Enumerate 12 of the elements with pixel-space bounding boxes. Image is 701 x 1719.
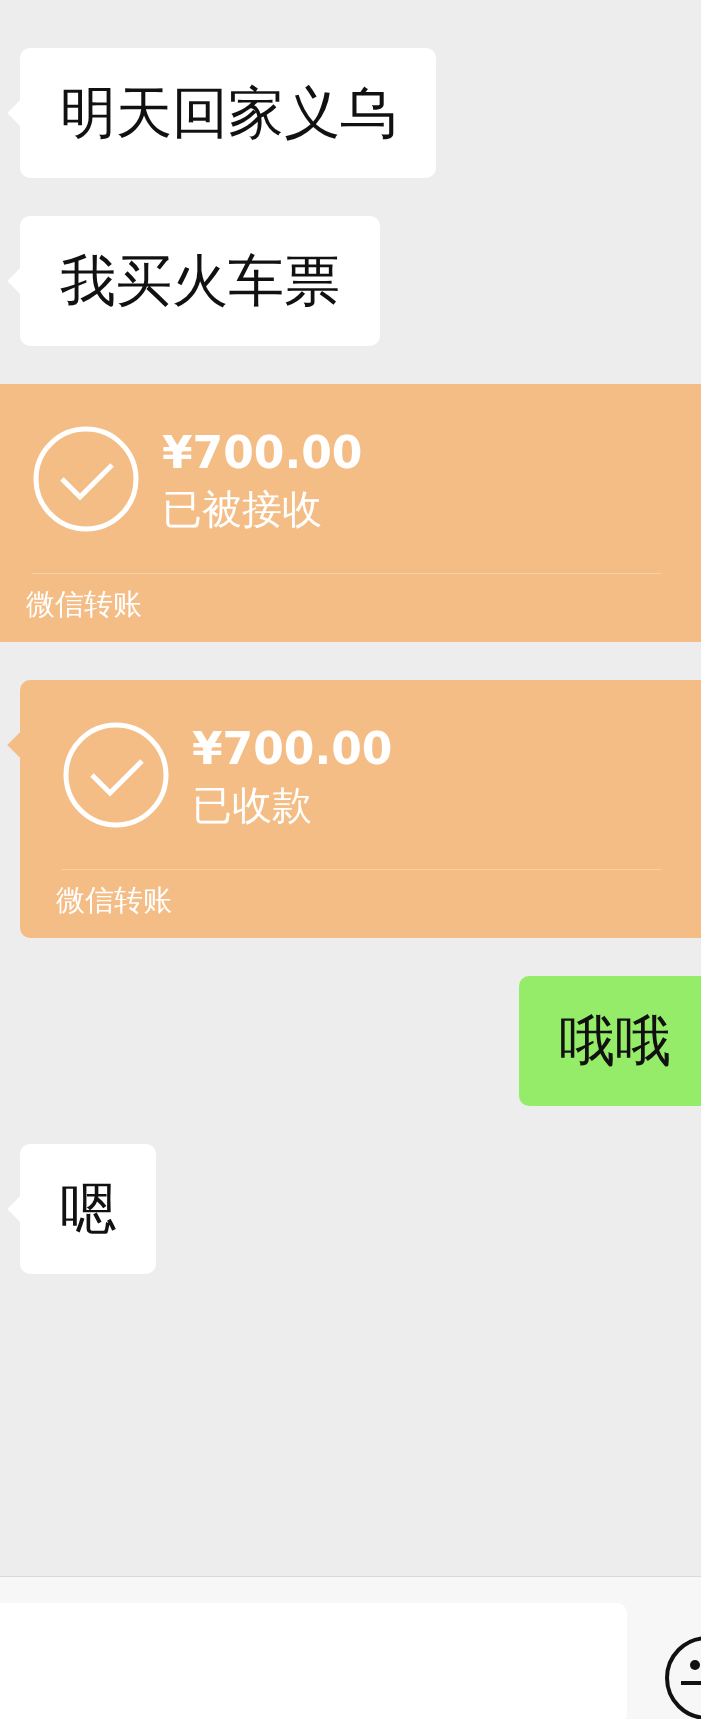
transfer-amount: ¥700.00 — [192, 721, 393, 776]
message-bubble: 哦哦 — [519, 976, 701, 1106]
transfer-status: 已收款 — [192, 780, 313, 830]
check-circle-icon — [62, 720, 170, 829]
check-circle-icon — [32, 424, 140, 533]
transfer-amount: ¥700.00 — [162, 425, 363, 480]
transfer-status: 已被接收 — [162, 484, 323, 534]
transfer-label: 微信转账 — [26, 590, 143, 619]
emoji-icon[interactable] — [663, 1635, 701, 1719]
transfer-card[interactable]: ¥700.00 已收款 微信转账 — [20, 680, 701, 938]
transfer-label: 微信转账 — [56, 886, 173, 915]
transfer-card[interactable]: ¥700.00 已被接收 微信转账 — [0, 384, 701, 642]
